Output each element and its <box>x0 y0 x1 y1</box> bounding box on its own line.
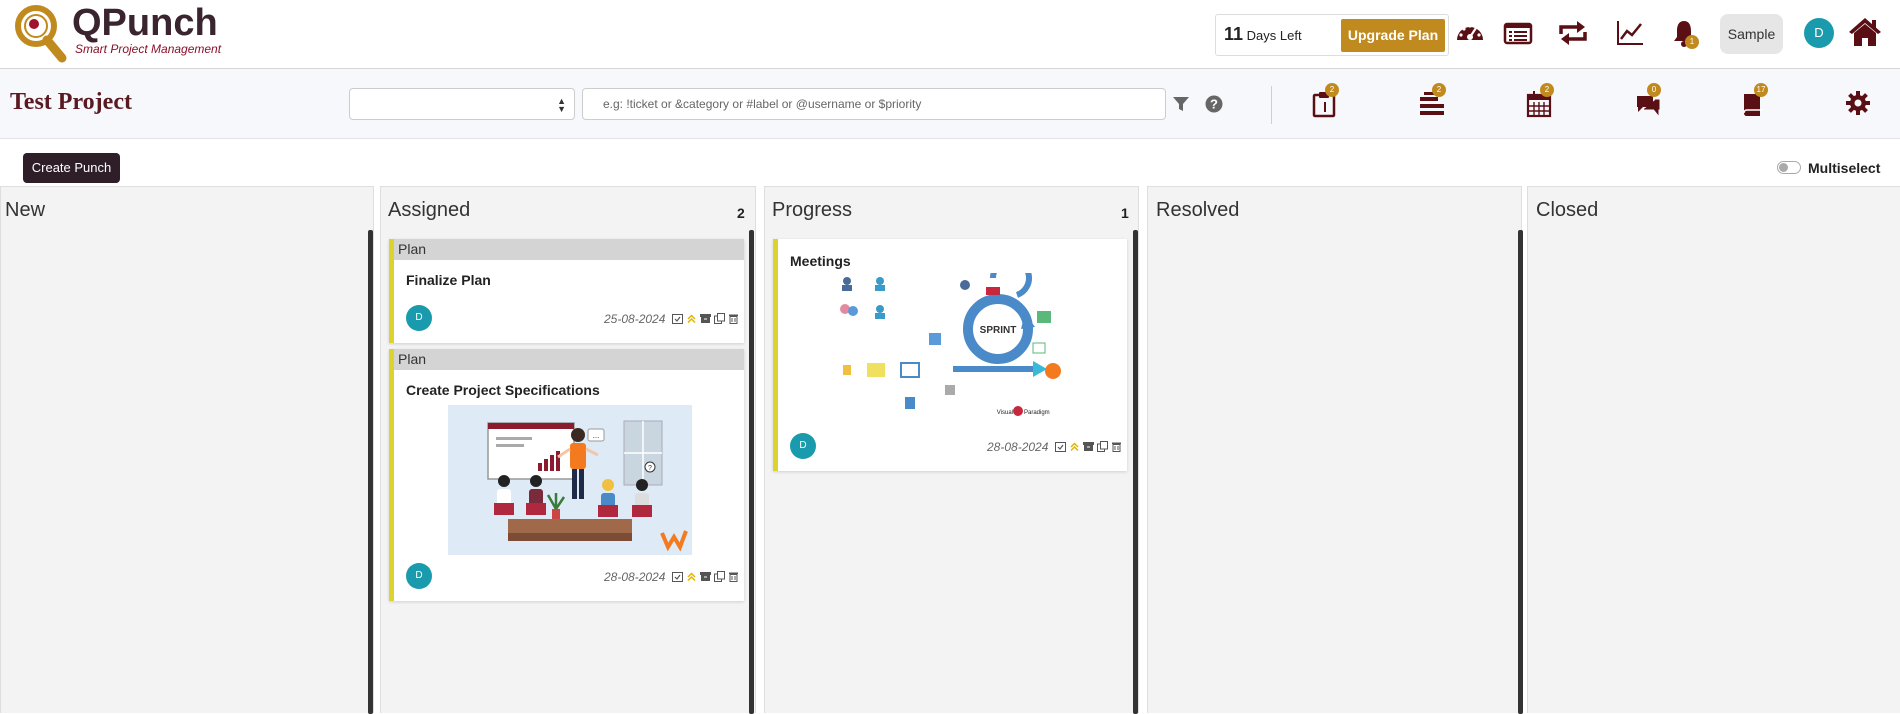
card-category: Plan <box>394 239 744 260</box>
card-actions <box>672 313 744 325</box>
card-title: Create Project Specifications <box>406 382 600 398</box>
column-count: 1 <box>1121 205 1129 221</box>
svg-text:?: ? <box>1210 97 1218 112</box>
project-select[interactable]: ▲ ▼ <box>349 88 575 120</box>
trash-icon[interactable] <box>728 313 739 324</box>
logo-tagline: Smart Project Management <box>75 42 222 56</box>
dashboard-icon[interactable] <box>1455 18 1487 50</box>
logo-wordmark: QPunch <box>72 2 218 44</box>
svg-text:?: ? <box>648 465 652 472</box>
plan-status-box: 11 Days Left Upgrade Plan <box>1215 14 1449 56</box>
sprint-label: SPRINT <box>980 325 1017 336</box>
book-badge: 17 <box>1754 83 1768 97</box>
notification-badge: 1 <box>1685 35 1699 49</box>
list-icon[interactable] <box>1503 18 1535 50</box>
column-resolved: Resolved <box>1147 186 1523 714</box>
calendar-badge: 2 <box>1540 83 1554 97</box>
book-icon[interactable]: 17 <box>1740 83 1768 118</box>
card-due-date: 28-08-2024 <box>604 570 666 584</box>
user-avatar[interactable]: D <box>1804 18 1834 48</box>
chat-icon[interactable]: 0 <box>1633 83 1661 118</box>
svg-text:Paradigm: Paradigm <box>1024 410 1050 416</box>
card-due-date: 28-08-2024 <box>987 440 1049 454</box>
column-scrollbar[interactable] <box>1518 230 1523 714</box>
trash-icon[interactable] <box>728 571 739 582</box>
calendar-check-icon[interactable] <box>672 313 683 324</box>
column-scrollbar[interactable] <box>368 230 373 714</box>
card-title: Meetings <box>790 253 851 269</box>
days-left-label: Days Left <box>1246 28 1302 43</box>
copy-icon[interactable] <box>1097 441 1108 452</box>
column-count: 2 <box>737 205 745 221</box>
calendar-icon[interactable]: 2 <box>1526 83 1554 118</box>
sync-icon[interactable] <box>1557 18 1589 50</box>
column-scrollbar[interactable] <box>749 230 754 714</box>
card-actions <box>672 571 744 583</box>
card-attachment-image[interactable]: SPRINT Visual Paradigm <box>833 273 1073 425</box>
toggle-knob <box>1779 163 1788 172</box>
archive-icon[interactable] <box>700 313 711 324</box>
card-assignee-avatar[interactable]: D <box>406 305 432 331</box>
calendar-check-icon[interactable] <box>1055 441 1066 452</box>
copy-icon[interactable] <box>714 571 725 582</box>
chat-badge: 0 <box>1647 83 1661 97</box>
svg-text:Visual: Visual <box>997 410 1013 416</box>
svg-text:...: ... <box>593 431 600 440</box>
column-title: Resolved <box>1156 199 1240 221</box>
help-icon[interactable]: ? <box>1205 95 1223 113</box>
column-progress: Progress 1 Meetings SPRINT Visual Paradi… <box>764 186 1139 714</box>
multiselect-label: Multiselect <box>1808 160 1881 176</box>
column-title: Closed <box>1536 199 1599 221</box>
card-assignee-avatar[interactable]: D <box>790 433 816 459</box>
column-new: New <box>0 186 374 714</box>
chart-icon[interactable] <box>1615 18 1647 50</box>
stack-icon[interactable]: 2 <box>1418 83 1446 118</box>
column-scrollbar[interactable] <box>1133 230 1138 714</box>
calendar-check-icon[interactable] <box>672 571 683 582</box>
project-title: Test Project <box>10 89 132 115</box>
priority-up-icon[interactable] <box>686 313 697 324</box>
column-title: Progress <box>772 199 853 221</box>
gear-icon[interactable] <box>1845 90 1873 118</box>
project-bar: Test Project ▲▼ ? 2 2 <box>0 69 1900 139</box>
bell-icon[interactable]: 1 <box>1671 18 1703 50</box>
select-arrows-icon: ▲ ▼ <box>557 96 566 114</box>
copy-icon[interactable] <box>714 313 725 324</box>
sample-button[interactable]: Sample <box>1720 14 1783 54</box>
punch-card-finalize-plan[interactable]: Plan Finalize Plan D 25-08-2024 <box>389 239 744 343</box>
column-closed: Closed <box>1527 186 1900 713</box>
column-assigned: Assigned 2 Plan Finalize Plan D 25-08-20… <box>380 186 756 714</box>
logo-magnifier-icon <box>14 4 70 66</box>
top-header: QPunch Smart Project Management 11 Days … <box>0 0 1900 69</box>
priority-up-icon[interactable] <box>1069 441 1080 452</box>
punch-card-create-project-specifications[interactable]: Plan Create Project Specifications ... ?… <box>389 349 744 601</box>
punch-card-meetings[interactable]: Meetings SPRINT Visual Paradigm D 28-08-… <box>773 239 1127 471</box>
card-title: Finalize Plan <box>406 272 491 288</box>
clipboard-badge: 2 <box>1325 83 1339 97</box>
divider <box>1271 86 1272 124</box>
priority-up-icon[interactable] <box>686 571 697 582</box>
stack-badge: 2 <box>1432 83 1446 97</box>
archive-icon[interactable] <box>1083 441 1094 452</box>
days-left: 11 Days Left <box>1224 24 1302 45</box>
trash-icon[interactable] <box>1111 441 1122 452</box>
card-actions <box>1055 441 1127 453</box>
card-category: Plan <box>394 349 744 370</box>
home-icon[interactable] <box>1848 16 1881 48</box>
logo[interactable]: QPunch Smart Project Management <box>14 2 224 64</box>
column-title: New <box>5 199 46 221</box>
create-punch-button[interactable]: Create Punch <box>23 153 120 183</box>
clipboard-icon[interactable]: 2 <box>1311 83 1339 118</box>
card-assignee-avatar[interactable]: D <box>406 563 432 589</box>
column-title: Assigned <box>388 199 471 221</box>
filter-icon[interactable] <box>1173 96 1189 112</box>
days-left-number: 11 <box>1224 24 1244 44</box>
archive-icon[interactable] <box>700 571 711 582</box>
search-input[interactable] <box>582 88 1166 120</box>
upgrade-plan-button[interactable]: Upgrade Plan <box>1341 19 1445 52</box>
card-attachment-image[interactable]: ... ? <box>448 405 692 555</box>
card-due-date: 25-08-2024 <box>604 312 666 326</box>
multiselect-toggle[interactable] <box>1777 161 1801 174</box>
